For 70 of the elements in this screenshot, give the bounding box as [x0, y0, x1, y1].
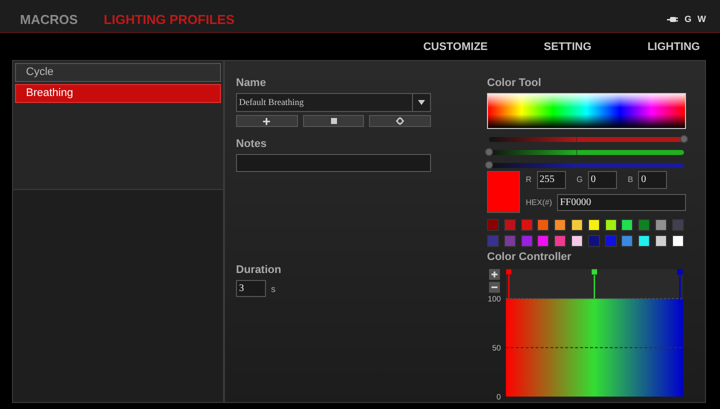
duration-field[interactable]: 3	[236, 280, 266, 297]
add-button[interactable]	[236, 115, 298, 127]
delete-button[interactable]	[302, 115, 364, 127]
color-swatch[interactable]	[638, 218, 650, 230]
color-swatch[interactable]	[638, 234, 650, 246]
channel-label: B	[628, 175, 634, 184]
color-swatch[interactable]	[604, 218, 617, 230]
color-swatch[interactable]	[654, 218, 667, 230]
square-icon	[330, 118, 336, 124]
color-swatch[interactable]	[487, 234, 499, 246]
color-swatch[interactable]	[570, 234, 583, 246]
color-key-handle[interactable]	[506, 268, 512, 298]
unit-label: s	[271, 284, 276, 294]
color-swatch[interactable]	[621, 234, 634, 246]
color-swatch[interactable]	[537, 234, 550, 246]
hex-field[interactable]: FF0000	[557, 194, 686, 210]
gear-icon	[396, 117, 404, 125]
color-controller-label: Color Controller	[487, 250, 572, 262]
channel-field[interactable]: 255	[536, 170, 566, 188]
toggle-button[interactable]: W	[698, 14, 706, 24]
color-swatch[interactable]	[504, 218, 516, 230]
color-swatch[interactable]	[621, 218, 634, 230]
channel-field[interactable]: 0	[588, 170, 617, 188]
axis-tick-label: 100	[488, 294, 501, 304]
color-preview	[487, 170, 520, 212]
axis-tick-label: 50	[492, 343, 501, 352]
plug-icon[interactable]	[667, 16, 678, 22]
channel-label: R	[526, 175, 532, 184]
slider-thumb[interactable]	[485, 161, 493, 170]
color-key-handle[interactable]	[591, 268, 598, 298]
color-swatch[interactable]	[604, 234, 617, 246]
color-swatch[interactable]	[672, 234, 684, 246]
color-swatch[interactable]	[520, 234, 533, 246]
color-swatch[interactable]	[570, 218, 583, 230]
nav-tab[interactable]: CUSTOMIZE	[423, 40, 488, 52]
duration-label: Duration	[236, 264, 282, 276]
color-spectrum[interactable]	[487, 93, 686, 129]
axis-tick-label: 0	[496, 392, 501, 402]
caret-icon	[418, 100, 425, 105]
color-tool-label: Color Tool	[487, 77, 542, 89]
settings-button[interactable]	[369, 115, 432, 127]
name-label: Name	[236, 77, 267, 89]
color-swatch[interactable]	[554, 234, 566, 246]
zoom-out-button[interactable]	[489, 281, 500, 292]
color-swatch[interactable]	[537, 218, 550, 230]
color-swatch[interactable]	[504, 234, 516, 246]
color-swatch[interactable]	[588, 218, 600, 230]
zoom-in-button[interactable]	[489, 268, 500, 280]
plus-icon	[263, 118, 270, 124]
notes-field[interactable]	[236, 154, 431, 172]
header-tab[interactable]: MACROS	[20, 12, 78, 27]
color-swatch[interactable]	[672, 218, 684, 230]
profile-item[interactable]: Cycle	[15, 63, 221, 82]
slider-thumb[interactable]	[485, 148, 493, 156]
channel-field[interactable]: 0	[638, 170, 668, 188]
notes-label: Notes	[236, 138, 268, 150]
color-swatch[interactable]	[588, 234, 600, 246]
color-key-handle[interactable]	[676, 268, 684, 298]
color-swatch[interactable]	[654, 234, 667, 246]
channel-label: G	[576, 175, 583, 184]
nav-tab[interactable]: LIGHTING	[647, 40, 700, 52]
nav-tab[interactable]: SETTING	[544, 40, 592, 52]
slider-thumb[interactable]	[680, 135, 688, 144]
toggle-button[interactable]: G	[684, 14, 692, 24]
color-swatch[interactable]	[487, 218, 499, 230]
profile-item[interactable]: Breathing	[15, 84, 221, 103]
name-dropdown[interactable]: Default Breathing	[236, 93, 431, 112]
hex-label: HEX(#)	[526, 198, 552, 206]
color-swatch[interactable]	[520, 218, 533, 230]
color-swatch[interactable]	[554, 218, 566, 230]
